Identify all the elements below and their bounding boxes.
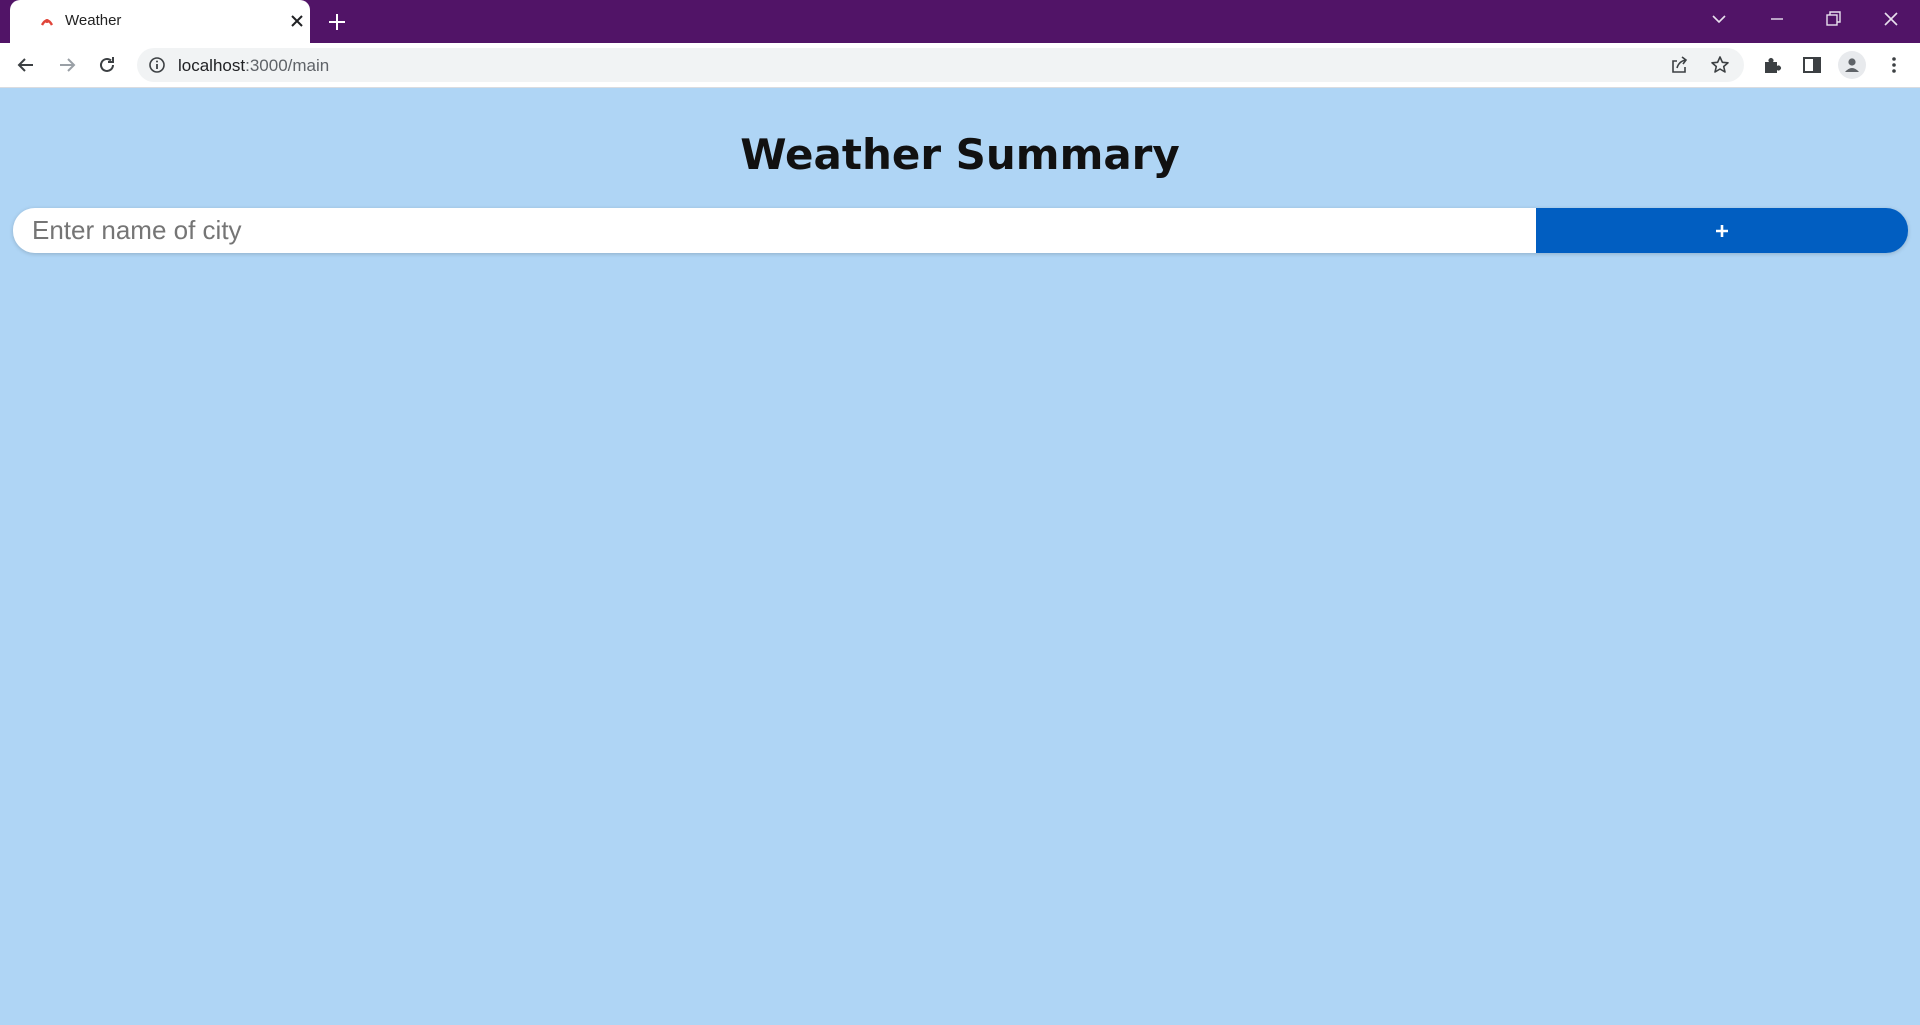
arrow-right-icon[interactable]	[56, 54, 78, 76]
side-panel-icon[interactable]	[1801, 54, 1823, 76]
info-icon[interactable]	[148, 56, 166, 74]
url-host: localhost	[178, 56, 246, 75]
restore-icon[interactable]	[1822, 8, 1844, 30]
close-icon[interactable]	[288, 12, 306, 30]
profile-icon	[1845, 58, 1859, 72]
add-city-form	[13, 208, 1908, 253]
close-window-icon[interactable]	[1880, 8, 1902, 30]
url-path: :3000/main	[245, 56, 330, 75]
reload-icon[interactable]	[96, 54, 118, 76]
tab-search-chevron-icon[interactable]	[1708, 8, 1730, 30]
address-bar[interactable]: localhost:3000/main	[137, 48, 1744, 82]
page-title: Weather Summary	[740, 130, 1180, 179]
kebab-menu-icon[interactable]	[1883, 54, 1905, 76]
puzzle-icon[interactable]	[1761, 54, 1783, 76]
url-text[interactable]: localhost:3000/main	[178, 56, 329, 76]
browser-titlebar: Weather	[0, 0, 1920, 43]
city-name-input[interactable]	[13, 208, 1536, 253]
share-icon[interactable]	[1669, 55, 1689, 75]
browser-tab-weather[interactable]: Weather	[10, 0, 310, 43]
star-icon[interactable]	[1710, 55, 1730, 75]
tab-title: Weather	[65, 12, 122, 29]
new-tab-plus-icon[interactable]	[326, 11, 348, 33]
arrow-left-icon[interactable]	[15, 54, 37, 76]
profile-avatar[interactable]	[1838, 51, 1866, 79]
page-content: Weather Summary	[0, 88, 1920, 1025]
browser-toolbar: localhost:3000/main	[0, 43, 1920, 88]
favicon-icon	[40, 19, 54, 26]
plus-icon	[1716, 224, 1728, 237]
minimize-icon[interactable]	[1766, 8, 1788, 30]
add-city-button[interactable]	[1536, 208, 1908, 253]
